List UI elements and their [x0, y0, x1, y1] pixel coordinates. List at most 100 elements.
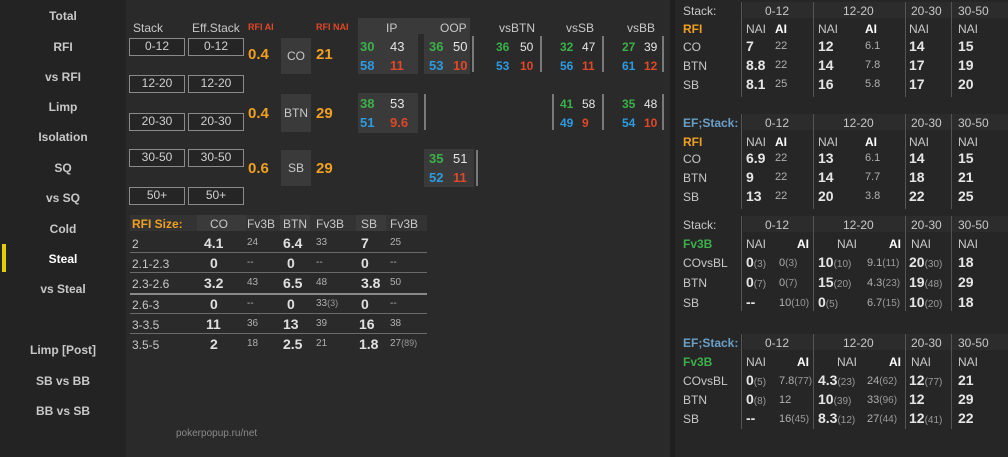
cell: 8.8 — [746, 57, 766, 73]
cell: 0(8) — [746, 392, 766, 407]
nav-steal[interactable]: Steal — [0, 252, 126, 266]
cell-value: 8.3 — [818, 410, 838, 426]
rfi-nai-value: 29 — [316, 105, 333, 122]
eff-stack-box[interactable]: 20-30 — [188, 113, 244, 131]
sub-ai: AI — [889, 237, 901, 251]
sub-ai: AI — [865, 22, 877, 36]
row-label-fv3b: Fv3B — [683, 237, 713, 251]
cell: 12 — [818, 38, 834, 54]
divider — [662, 94, 664, 130]
nav-limp[interactable]: Limp — [0, 100, 126, 114]
stack-box[interactable]: 0-12 — [129, 38, 185, 56]
eff-stack-box[interactable]: 30-50 — [188, 149, 244, 167]
cell: 15(20) — [818, 275, 851, 290]
nav-vs-rfi[interactable]: vs RFI — [0, 70, 126, 84]
size-btn-fv: 33(3) — [316, 299, 338, 309]
cell-count: (7) — [753, 279, 767, 290]
cell-count: (7) — [785, 278, 798, 289]
row-label: BTN — [683, 171, 707, 185]
cell-count: (12) — [837, 415, 856, 426]
vsbb-a: 27 — [622, 40, 636, 54]
footer-link[interactable]: pokerpopup.ru/net — [176, 429, 257, 439]
cell: 10(39) — [818, 392, 851, 407]
sub-nai: NAI — [958, 355, 979, 369]
cell: 18 — [958, 254, 974, 270]
row-label-fv3b: Fv3B — [683, 355, 713, 369]
vsbb-d: 11 — [453, 170, 467, 185]
col-0-12: 0-12 — [765, 336, 790, 350]
nav-sb-vs-bb[interactable]: SB vs BB — [0, 374, 126, 388]
cell-count: (20) — [833, 279, 852, 290]
nav-vs-steal[interactable]: vs Steal — [0, 282, 126, 296]
nav-total[interactable]: Total — [0, 9, 126, 23]
header-vsbtn: vsBTN — [499, 21, 535, 35]
cell: 16(45) — [779, 412, 809, 425]
cell-count: (96) — [879, 395, 898, 406]
nav-vs-sq[interactable]: vs SQ — [0, 191, 126, 205]
rfi-ai-value: 0.4 — [248, 46, 269, 63]
sub-nai: NAI — [958, 237, 979, 251]
size-co: 2 — [210, 336, 218, 352]
sub-nai: NAI — [746, 237, 767, 251]
cell-value: 27 — [867, 413, 880, 425]
vssb-d: 9 — [582, 116, 589, 130]
ip-d: 11 — [390, 58, 404, 73]
size-co-fv: -- — [247, 298, 254, 309]
cell-count: (30) — [924, 259, 943, 270]
cell-value: 0 — [746, 274, 754, 290]
oop-c: 53 — [429, 58, 444, 73]
cell: 21 — [958, 169, 974, 185]
cell: 10(20) — [909, 295, 942, 310]
grid-line — [951, 216, 952, 311]
cell: 17 — [909, 76, 925, 92]
cell-count: (5) — [753, 377, 767, 388]
col-30-50: 30-50 — [958, 116, 989, 130]
size-header-co: CO — [210, 217, 228, 231]
size-sb-fv: -- — [390, 298, 397, 309]
cell-value: 10 — [909, 294, 925, 310]
size-sb-fv: 27(89) — [390, 339, 417, 349]
eff-stack-box[interactable]: 12-20 — [188, 75, 244, 93]
stack-box[interactable]: 12-20 — [129, 75, 185, 93]
cell-value: 12 — [909, 391, 925, 407]
cell: 20 — [818, 188, 834, 204]
nav-sq[interactable]: SQ — [0, 161, 126, 175]
cell: 12 — [779, 393, 791, 406]
eff-stack-box[interactable]: 50+ — [188, 187, 244, 205]
cell: 0(5) — [746, 373, 766, 388]
row-label: SB — [683, 190, 700, 204]
ip-b: 43 — [390, 39, 405, 54]
row-label-rfi: RFI — [683, 135, 703, 149]
stack-box[interactable]: 30-50 — [129, 149, 185, 167]
size-sb-fv-count: (89) — [401, 338, 418, 348]
sub-nai: NAI — [909, 22, 930, 36]
cell-count: (23) — [837, 377, 856, 388]
cell-value: 10 — [818, 391, 834, 407]
ip-a: 30 — [360, 39, 375, 54]
vsbb-b: 51 — [453, 151, 468, 166]
nav-isolation[interactable]: Isolation — [0, 130, 126, 144]
stack-box[interactable]: 20-30 — [129, 113, 185, 131]
size-co-fv: 43 — [247, 277, 259, 288]
col-20-30: 20-30 — [911, 4, 942, 18]
row-divider — [130, 313, 427, 314]
grid-line — [741, 216, 742, 311]
divider — [540, 36, 542, 72]
cell: 5.8 — [865, 78, 881, 90]
stack-box[interactable]: 50+ — [129, 187, 185, 205]
eff-stack-box[interactable]: 0-12 — [188, 38, 244, 56]
vsbb-d: 12 — [644, 59, 658, 73]
header-rfi-nai: RFI NAI — [316, 22, 349, 32]
nav-cold[interactable]: Cold — [0, 222, 126, 236]
nav-limp-post[interactable]: Limp [Post] — [0, 343, 126, 357]
rfi-ai-value: 0.6 — [248, 160, 269, 177]
cell: 18 — [909, 169, 925, 185]
size-sb: 7 — [361, 235, 369, 251]
nav-bb-vs-sb[interactable]: BB vs SB — [0, 404, 126, 418]
size-label: 2.1-2.3 — [132, 257, 170, 271]
cell: 6.1 — [865, 40, 881, 52]
sub-ai: AI — [775, 135, 787, 149]
cell: 22 — [775, 40, 788, 52]
size-sb: 0 — [361, 296, 369, 312]
nav-rfi[interactable]: RFI — [0, 40, 126, 54]
